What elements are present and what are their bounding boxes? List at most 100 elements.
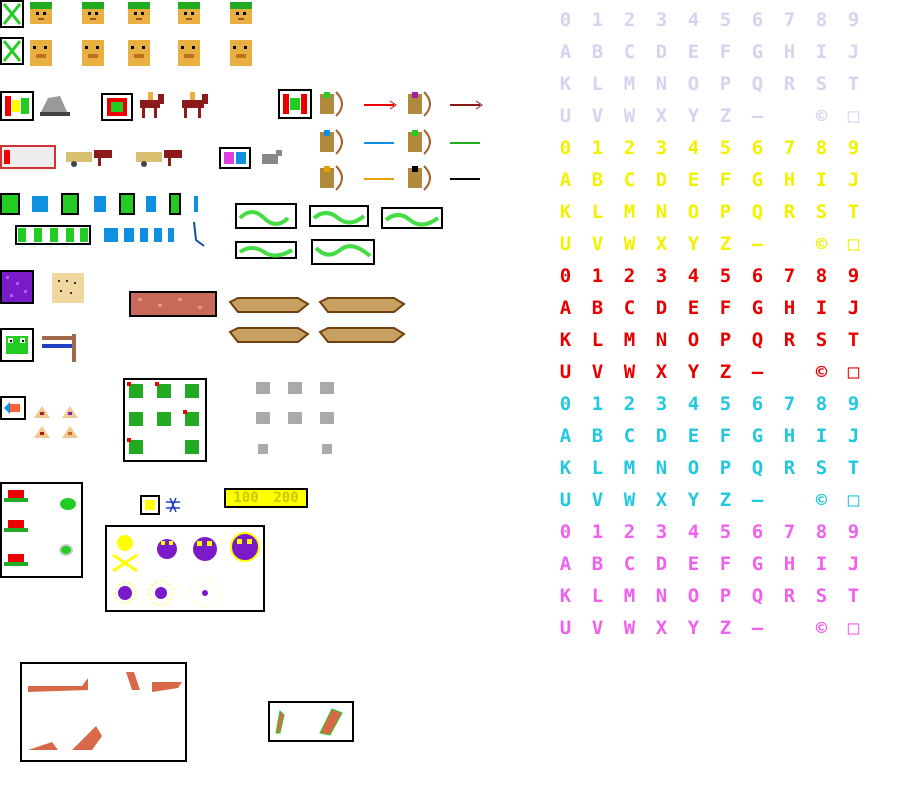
glyph: B	[591, 553, 605, 575]
glyph: H	[783, 169, 797, 191]
glyph: P	[719, 585, 733, 607]
glyph: 0	[559, 137, 573, 159]
font-row-cyan-0: 0123456789	[550, 388, 870, 420]
glyph: H	[783, 425, 797, 447]
glyph: X	[655, 489, 669, 511]
glyph: ©	[815, 489, 829, 511]
glyph: □	[847, 233, 861, 255]
glyph: W	[623, 489, 637, 511]
glyph: D	[655, 553, 669, 575]
glyph: K	[559, 457, 573, 479]
font-row-red-3: U V W X Y Z — © □	[550, 356, 870, 388]
glyph: L	[591, 585, 605, 607]
glyph: F	[719, 425, 733, 447]
glyph: Y	[687, 489, 701, 511]
glyph: P	[719, 201, 733, 223]
glyph: W	[623, 105, 637, 127]
glyph: 5	[719, 265, 733, 287]
glyph: K	[559, 329, 573, 351]
glyph: M	[623, 457, 637, 479]
face-row-2	[30, 40, 252, 66]
font-row-yellow-2: KLMNOPQRST	[550, 196, 870, 228]
face-sprites	[0, 0, 252, 66]
font-row-magenta-3: U V W X Y Z — © □	[550, 612, 870, 644]
glyph: W	[623, 617, 637, 639]
glyph: N	[655, 201, 669, 223]
glyph: H	[783, 297, 797, 319]
glyph: 9	[847, 265, 861, 287]
glyph: X	[655, 617, 669, 639]
glyph: W	[623, 233, 637, 255]
glyph: 8	[815, 521, 829, 543]
glyph: U	[559, 233, 573, 255]
glyph: Q	[751, 585, 765, 607]
font-row-lavender-1: ABCDEFGHIJ	[550, 36, 870, 68]
glyph: Q	[751, 201, 765, 223]
archer-2	[408, 91, 431, 117]
glyph: S	[815, 201, 829, 223]
glyph: O	[687, 329, 701, 351]
glyph: S	[815, 329, 829, 351]
glyph: M	[623, 201, 637, 223]
glyph: 0	[559, 9, 573, 31]
glyph: A	[559, 41, 573, 63]
glyph: C	[623, 297, 637, 319]
score-popup: 100 200	[224, 488, 308, 508]
font-row-yellow-0: 0123456789	[550, 132, 870, 164]
glyph: P	[719, 73, 733, 95]
font-row-red-1: ABCDEFGHIJ	[550, 292, 870, 324]
glyph: 0	[559, 521, 573, 543]
glyph: X	[655, 233, 669, 255]
glyph: ©	[815, 105, 829, 127]
glyph: K	[559, 73, 573, 95]
glyph: C	[623, 553, 637, 575]
font-row-lavender-0: 0123456789	[550, 4, 870, 36]
glyph: V	[591, 233, 605, 255]
turtle-grid	[123, 378, 207, 462]
glyph: 1	[591, 137, 605, 159]
glyph: M	[623, 585, 637, 607]
font-row-cyan-2: KLMNOPQRST	[550, 452, 870, 484]
glyph: —	[751, 105, 765, 127]
face-row-1	[30, 2, 252, 24]
glyph: P	[719, 329, 733, 351]
glyph: X	[655, 105, 669, 127]
horse-sprites	[0, 91, 208, 121]
glyph: G	[751, 553, 765, 575]
glyph: A	[559, 297, 573, 319]
rat-sprite	[262, 150, 282, 164]
glyph: T	[847, 73, 861, 95]
glyph: T	[847, 329, 861, 351]
font-row-red-2: KLMNOPQRST	[550, 324, 870, 356]
glyph: C	[623, 425, 637, 447]
arrow-red-icon	[364, 100, 397, 110]
glyph: 5	[719, 9, 733, 31]
glyph: Q	[751, 457, 765, 479]
font-row-magenta-1: ABCDEFGHIJ	[550, 548, 870, 580]
orb-panel	[105, 525, 265, 612]
glyph: 0	[559, 265, 573, 287]
snake-sprites	[235, 203, 443, 265]
glyph: N	[655, 585, 669, 607]
glyph: D	[655, 41, 669, 63]
glyph: G	[751, 169, 765, 191]
glyph: 6	[751, 265, 765, 287]
archer-1	[320, 91, 343, 117]
glyph: G	[751, 425, 765, 447]
glyph: 1	[591, 521, 605, 543]
glyph: N	[655, 329, 669, 351]
glyph: J	[847, 553, 861, 575]
glyph: J	[847, 41, 861, 63]
glyph: N	[655, 73, 669, 95]
font-row-yellow-3: U V W X Y Z — © □	[550, 228, 870, 260]
glyph: D	[655, 169, 669, 191]
glyph: S	[815, 73, 829, 95]
glyph: ©	[815, 361, 829, 383]
font-row-magenta-0: 0123456789	[550, 516, 870, 548]
glyph: F	[719, 41, 733, 63]
glyph: —	[751, 233, 765, 255]
glyph: I	[815, 553, 829, 575]
glyph: 1	[591, 265, 605, 287]
glyph: 6	[751, 9, 765, 31]
glyph: 2	[623, 9, 637, 31]
